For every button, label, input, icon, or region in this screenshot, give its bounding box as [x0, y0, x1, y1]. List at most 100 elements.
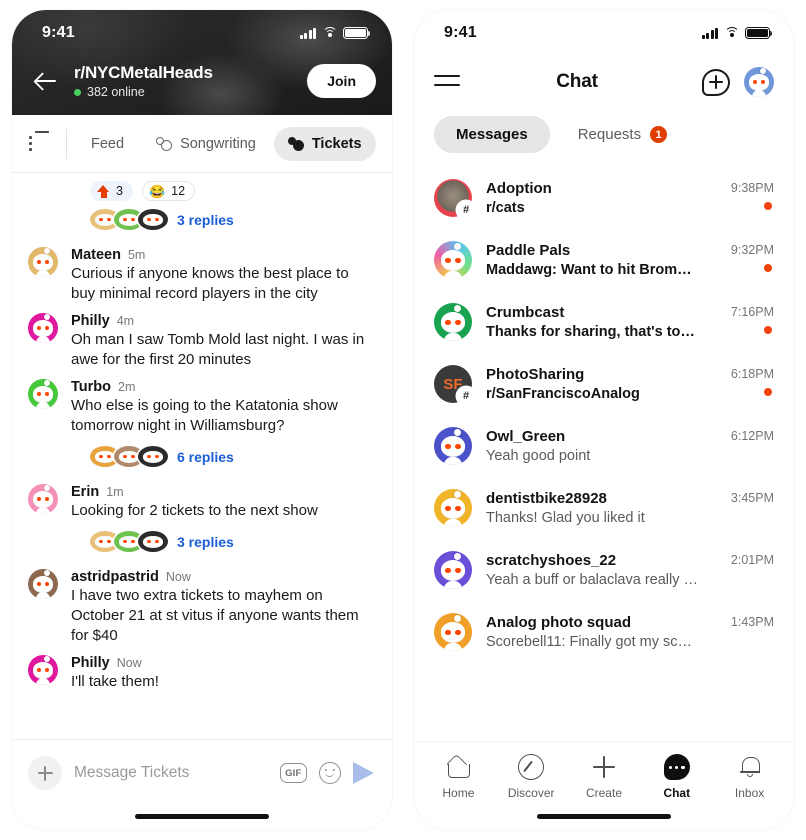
- avatar[interactable]: [434, 427, 472, 465]
- conversation-preview: r/SanFranciscoAnalog: [486, 386, 640, 402]
- reaction-chip-upvote[interactable]: 3: [90, 181, 133, 201]
- online-count-label: 382 online: [87, 85, 145, 99]
- avatar[interactable]: [434, 489, 472, 527]
- conversation-row[interactable]: Analog photo squad Scorebell11: Finally …: [414, 601, 794, 663]
- message-author[interactable]: Philly: [71, 313, 110, 329]
- avatar[interactable]: #: [434, 179, 475, 219]
- replies-link[interactable]: 3 replies: [177, 534, 234, 550]
- conversation-preview: Thanks for sharing, that's too fun...: [486, 324, 700, 340]
- message-author[interactable]: Erin: [71, 484, 99, 500]
- conversation-time: 6:18PM: [730, 367, 774, 381]
- subreddit-badge-icon: #: [457, 387, 475, 405]
- channel-tab-tickets[interactable]: Tickets: [273, 126, 376, 161]
- avatar[interactable]: [28, 569, 58, 599]
- message-body: Turbo 2m Who else is going to the Katato…: [71, 379, 376, 436]
- joy-emoji-icon: 😂: [148, 183, 166, 199]
- avatar[interactable]: [28, 655, 58, 685]
- avatar[interactable]: [28, 313, 58, 343]
- conversation-meta: 2:01PM: [714, 551, 774, 589]
- nav-label: Discover: [507, 786, 555, 800]
- conversation-row[interactable]: Crumbcast Thanks for sharing, that's too…: [414, 291, 794, 353]
- battery-icon: [343, 26, 371, 40]
- message-input[interactable]: Message Tickets: [74, 764, 268, 782]
- conversation-time: 2:01PM: [730, 553, 774, 567]
- conversation-name: Analog photo squad: [486, 614, 631, 631]
- menu-icon[interactable]: [434, 71, 462, 93]
- nav-item-home[interactable]: Home: [424, 754, 492, 800]
- tab-label: Requests: [577, 126, 642, 143]
- subreddit-meta: r/NYCMetalHeads 382 online: [74, 63, 307, 99]
- chat-header: Chat: [414, 50, 794, 106]
- nav-item-create[interactable]: Create: [570, 754, 638, 800]
- message-body: Philly 4m Oh man I saw Tomb Mold last ni…: [71, 313, 376, 370]
- message-body: Philly Now I'll take them!: [71, 655, 376, 692]
- nav-label: Home: [442, 786, 475, 800]
- composer-bar: Message Tickets GIF: [12, 739, 392, 830]
- avatar[interactable]: [28, 484, 58, 514]
- conversation-row[interactable]: scratchyshoes_22 Yeah a buff or balaclav…: [414, 539, 794, 601]
- back-arrow-icon[interactable]: [28, 64, 62, 98]
- conversation-meta: 6:12PM: [714, 427, 774, 465]
- message-stream[interactable]: 3 😂 12 3 replies Mateen 5m Curious if an…: [12, 173, 392, 733]
- nav-item-inbox[interactable]: Inbox: [716, 754, 784, 800]
- message-header: Mateen 5m: [71, 247, 376, 263]
- conversation-row[interactable]: Owl_Green Yeah good point 6:12PM: [414, 415, 794, 477]
- message-timestamp: 5m: [127, 248, 146, 262]
- requests-badge: 1: [650, 126, 668, 143]
- nav-label: Inbox: [734, 786, 765, 800]
- tab-requests[interactable]: Requests 1: [556, 116, 689, 153]
- tab-messages[interactable]: Messages: [434, 116, 550, 153]
- reaction-chip-row: 3 😂 12: [12, 177, 392, 201]
- avatar[interactable]: [434, 551, 472, 589]
- replies-link[interactable]: 6 replies: [177, 449, 234, 465]
- conversation-row[interactable]: Paddle Pals Maddawg: Want to hit Brompt.…: [414, 229, 794, 291]
- conversation-row[interactable]: SF # PhotoSharing r/SanFranciscoAnalog 6…: [414, 353, 794, 415]
- message-text: Oh man I saw Tomb Mold last night. I was…: [71, 331, 365, 368]
- emoji-icon[interactable]: [319, 762, 341, 784]
- channel-tab-songwriting[interactable]: Songwriting: [142, 127, 270, 161]
- subreddit-header: 9:41 r/NYCMetalHeads 382 online Join: [12, 10, 392, 115]
- send-icon[interactable]: [353, 762, 374, 784]
- conversation-name: dentistbike28928: [486, 490, 607, 507]
- thread-replies-row[interactable]: 6 replies: [12, 438, 392, 477]
- bottom-nav-bar: Home Discover Create Chat Inbox: [414, 742, 794, 830]
- avatar[interactable]: [434, 241, 472, 279]
- new-chat-icon[interactable]: [702, 68, 730, 96]
- thread-replies-row[interactable]: 3 replies: [12, 523, 392, 562]
- reply-avatar-stack: [90, 531, 168, 552]
- avatar[interactable]: [434, 613, 472, 651]
- composer: Message Tickets GIF: [12, 740, 392, 802]
- conversation-name: PhotoSharing: [486, 366, 585, 383]
- message-author[interactable]: astridpastrid: [71, 569, 159, 585]
- conversation-main: Crumbcast Thanks for sharing, that's too…: [486, 304, 700, 340]
- channel-tab-feed[interactable]: Feed: [77, 127, 138, 161]
- avatar[interactable]: SF #: [434, 365, 475, 405]
- subreddit-title-row: r/NYCMetalHeads 382 online Join: [12, 50, 392, 110]
- nav-item-discover[interactable]: Discover: [497, 754, 565, 800]
- add-attachment-icon[interactable]: [28, 756, 62, 790]
- nav-item-chat[interactable]: Chat: [643, 754, 711, 800]
- join-button[interactable]: Join: [307, 64, 376, 98]
- wifi-icon: [322, 27, 337, 39]
- replies-link[interactable]: 3 replies: [177, 212, 234, 228]
- reaction-chip-joy[interactable]: 😂 12: [141, 181, 196, 201]
- avatar[interactable]: [434, 303, 472, 341]
- conversation-time: 7:16PM: [730, 305, 774, 319]
- message-author[interactable]: Turbo: [71, 379, 111, 395]
- message-author[interactable]: Philly: [71, 655, 110, 671]
- gif-icon[interactable]: GIF: [279, 763, 307, 783]
- avatar[interactable]: [28, 379, 58, 409]
- avatar[interactable]: [28, 247, 58, 277]
- status-bar-right: 9:41: [414, 10, 794, 50]
- conversation-list[interactable]: # Adoption r/cats 9:38PM Paddle Pals Mad…: [414, 167, 794, 709]
- message-body: astridpastrid Now I have two extra ticke…: [71, 569, 376, 646]
- tab-divider: [66, 128, 67, 159]
- conversation-row[interactable]: dentistbike28928 Thanks! Glad you liked …: [414, 477, 794, 539]
- unread-dot: [764, 388, 772, 396]
- profile-avatar[interactable]: [744, 67, 774, 97]
- channel-list-icon[interactable]: [28, 130, 54, 157]
- message-row: Philly 4m Oh man I saw Tomb Mold last ni…: [12, 306, 392, 372]
- message-author[interactable]: Mateen: [71, 247, 121, 263]
- thread-replies-row[interactable]: 3 replies: [12, 201, 392, 240]
- conversation-row[interactable]: # Adoption r/cats 9:38PM: [414, 167, 794, 229]
